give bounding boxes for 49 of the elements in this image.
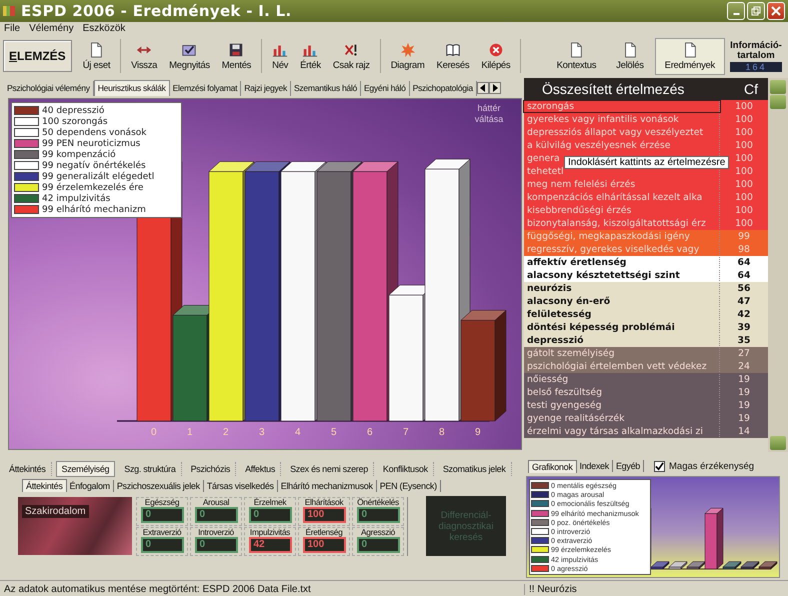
- axis-label: 0: [151, 427, 157, 438]
- legend-label: 99 negatív önértékelés: [42, 160, 146, 170]
- legend-label: 40 depresszió: [42, 106, 104, 116]
- legend-label: 99 kompenzáció: [42, 150, 116, 160]
- legend-label: 99 PEN neuroticizmus: [42, 138, 140, 148]
- gauge-value: 0: [248, 506, 292, 522]
- info-value-display: 164: [730, 62, 782, 72]
- gauge-label: Arousal: [202, 496, 230, 506]
- gauge-value: 0: [356, 536, 400, 552]
- legend-label: 50 dependens vonások: [42, 128, 146, 138]
- legend-label: 99 elhárító mechanizm: [42, 204, 146, 214]
- gauge-value: 0: [140, 506, 184, 522]
- gauge-value: 0: [194, 536, 238, 552]
- gauge-label: Introverzió: [198, 526, 234, 536]
- legend-label: 99 generalizált elégedetl: [42, 172, 154, 182]
- info-label: Információ-tartalom: [729, 40, 783, 60]
- gauge-label: Agresszió: [360, 526, 396, 536]
- gauge-value: 0: [194, 506, 238, 522]
- gauge-value: 0: [356, 506, 400, 522]
- axis-label: 7: [403, 427, 409, 438]
- gauge-value: 42: [248, 536, 292, 552]
- axis-label: 5: [331, 427, 337, 438]
- axis-label: 1: [187, 427, 193, 438]
- gauge-label: Elhárítások: [304, 496, 344, 506]
- summary-title: Összesített értelmezés: [542, 81, 684, 97]
- checkbox-label: Magas érzékenység: [669, 460, 754, 472]
- gauge-value: 0: [140, 536, 184, 552]
- gauge-label: Önértékelés: [357, 496, 399, 506]
- gauge-label: Érzelmek: [254, 496, 286, 506]
- cf-column-header: Cf: [744, 81, 758, 97]
- legend-label: 42 impulzivitás: [42, 194, 110, 204]
- axis-label: 6: [367, 427, 373, 438]
- gauge-value: 100: [302, 506, 346, 522]
- legend-label: 99 érzelemkezelés ére: [42, 182, 144, 192]
- status-message: Az adatok automatikus mentése megtörtént: ESPD 2006 Data File.txt: [0, 584, 525, 594]
- axis-label: 9: [475, 427, 481, 438]
- axis-label: 3: [259, 427, 265, 438]
- gauge-label: Egészség: [144, 496, 180, 506]
- tooltip: Indoklásért kattints az értelmezésre: [564, 156, 730, 169]
- axis-label: 4: [295, 427, 301, 438]
- gauge-label: Impulzivitás: [250, 526, 290, 536]
- status-diagnosis: !! Neurózis: [528, 584, 577, 594]
- window-title: ESPD 2006 - Eredmények - I. L.: [21, 2, 292, 20]
- axis-label: 2: [223, 427, 229, 438]
- gauge-label: Éretlenség: [305, 526, 343, 536]
- gauge-value: 100: [302, 536, 346, 552]
- legend-label: 100 szorongás: [42, 116, 108, 126]
- axis-label: 8: [439, 427, 445, 438]
- gauge-label: Extraverzió: [142, 526, 182, 536]
